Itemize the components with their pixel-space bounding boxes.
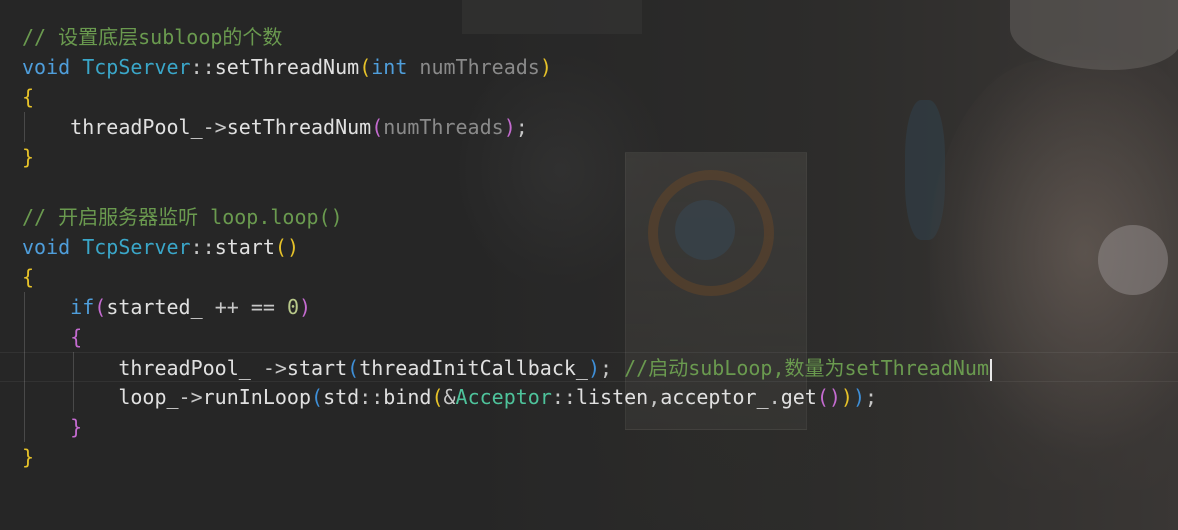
bracket-token: { [22,265,35,289]
bracket-token: } [22,145,35,169]
indent-token [22,325,70,349]
bracket-token: ) [503,115,516,139]
bracket-token: { [22,85,35,109]
bracket-token: ) [286,235,299,259]
code-line[interactable]: // 设置底层subloop的个数 [0,22,1178,52]
code-editor[interactable]: // 设置底层subloop的个数 void TcpServer::setThr… [0,0,1178,530]
code-line[interactable]: void TcpServer::start() [0,232,1178,262]
comment-token: // 开启服务器监听 loop.loop() [22,205,343,229]
bracket-token: ( [359,55,372,79]
code-line[interactable]: { [0,262,1178,292]
bracket-token: ( [274,235,287,259]
bracket-token: ) [587,356,601,380]
identifier-token: loop_ [118,385,179,409]
function-token: setThreadNum [214,55,360,79]
code-line[interactable]: loop_->runInLoop(std::bind(&Acceptor::li… [0,382,1178,412]
operator-token: . [768,385,781,409]
bracket-token: ( [311,385,324,409]
code-line[interactable]: } [0,142,1178,172]
operator-token: & [443,385,456,409]
code-line[interactable]: } [0,412,1178,442]
code-line[interactable]: { [0,82,1178,112]
class-token: TcpServer [82,235,191,259]
code-line[interactable]: // 开启服务器监听 loop.loop() [0,202,1178,232]
function-token: start [286,356,348,380]
function-token: listen [575,385,649,409]
bracket-token: ) [852,385,865,409]
code-line[interactable]: if(started_ ++ == 0) [0,292,1178,322]
operator-token: :: [190,55,215,79]
keyword-token: void [22,235,71,259]
class-token: TcpServer [82,55,191,79]
class-token: Acceptor [455,385,552,409]
comment-token: // 设置底层subloop的个数 [22,25,283,49]
bracket-token: { [70,325,83,349]
operator-token: -> [178,385,203,409]
code-line[interactable]: { [0,322,1178,352]
bracket-token: } [22,445,35,469]
code-area[interactable]: // 设置底层subloop的个数 void TcpServer::setThr… [0,22,1178,472]
indent-token [22,385,118,409]
code-line[interactable] [0,172,1178,202]
indent-token [22,115,70,139]
operator-token: :: [359,385,384,409]
bracket-token: ( [371,115,384,139]
identifier-token: threadInitCallback_ [359,356,588,380]
bracket-token: ( [816,385,829,409]
function-token: runInLoop [202,385,312,409]
bracket-token: ( [94,295,107,319]
text-cursor [990,358,993,381]
function-token: get [780,385,817,409]
bracket-token: ( [431,385,444,409]
number-token: 0 [286,295,299,319]
function-token: setThreadNum [226,115,372,139]
semicolon-token: ; [600,356,613,380]
operator-token: , [648,385,661,409]
identifier-token: threadPool_ [70,115,203,139]
indent-token [22,415,70,439]
bracket-token: ) [299,295,312,319]
indent-token [22,295,70,319]
parameter-token: numThreads [383,115,504,139]
identifier-token: acceptor_ [660,385,769,409]
function-token: start [214,235,275,259]
bracket-token: ) [840,385,853,409]
identifier-token: started_ [106,295,215,319]
comment-token: //启动subLoop,数量为setThreadNum [624,356,990,380]
semicolon-token: ; [865,385,878,409]
function-token: bind [383,385,432,409]
semicolon-token: ; [515,115,528,139]
keyword-token: int [371,55,408,79]
bracket-token: ( [347,356,360,380]
operator-token: ++ [214,295,239,319]
keyword-token: void [22,55,71,79]
code-line[interactable]: void TcpServer::setThreadNum(int numThre… [0,52,1178,82]
operator-token: -> [202,115,227,139]
namespace-token: std [323,385,360,409]
parameter-token: numThreads [419,55,540,79]
identifier-token: threadPool_ [118,356,263,380]
keyword-token: if [70,295,95,319]
code-line-current[interactable]: threadPool_ ->start(threadInitCallback_)… [0,352,1178,382]
operator-token: == [238,295,287,319]
code-line[interactable]: } [0,442,1178,472]
operator-token: -> [262,356,287,380]
indent-token [22,356,118,380]
code-line[interactable]: threadPool_->setThreadNum(numThreads); [0,112,1178,142]
operator-token: :: [190,235,215,259]
bracket-token: ) [828,385,841,409]
operator-token: :: [551,385,576,409]
bracket-token: } [70,415,83,439]
bracket-token: ) [539,55,552,79]
